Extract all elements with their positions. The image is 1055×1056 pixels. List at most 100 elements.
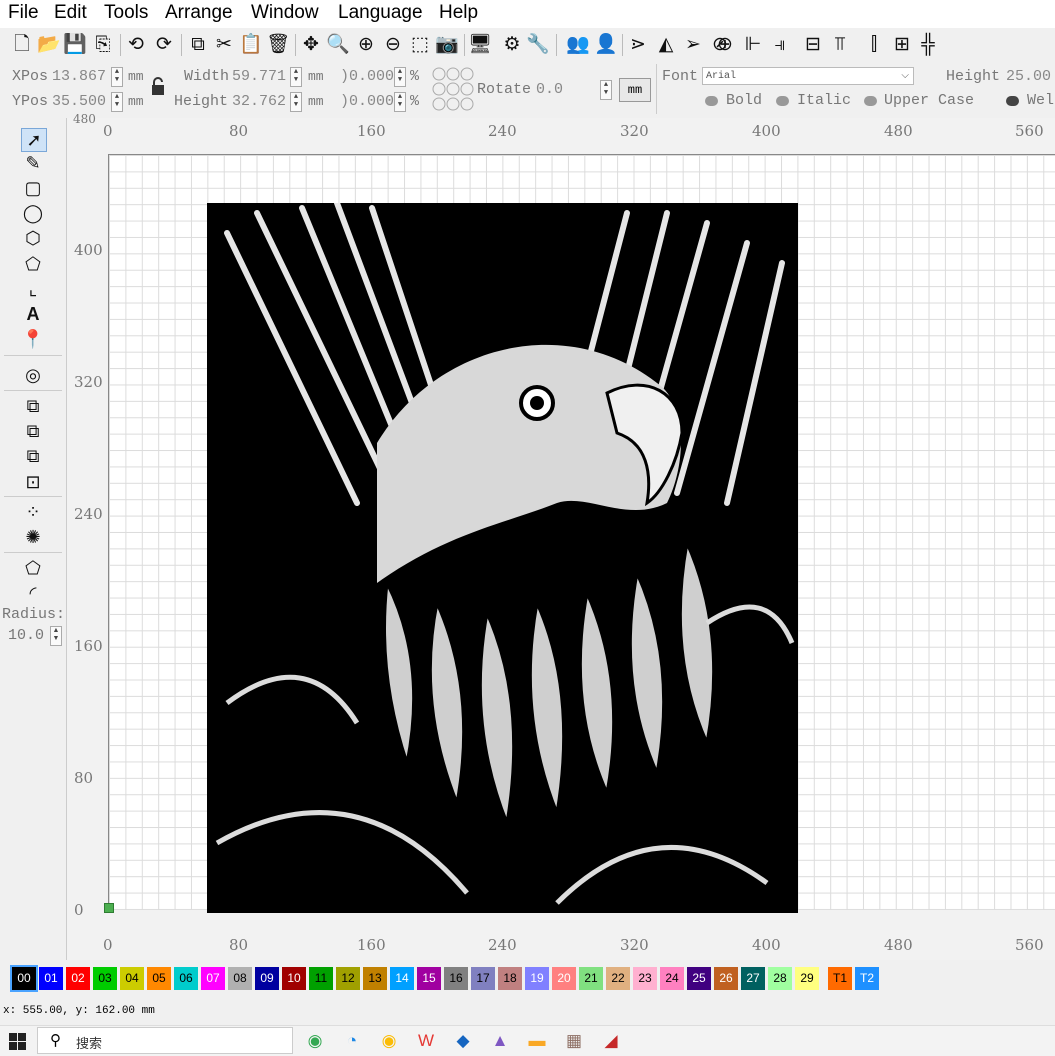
anchor-grid-icon[interactable] [432,66,474,112]
undo-icon[interactable]: ⟲ [124,32,148,56]
color-swatch-27[interactable]: 27 [741,967,765,990]
color-swatch-00[interactable]: 00 [10,965,38,992]
units-mm-button[interactable]: mm [619,78,651,102]
rotary-array-icon[interactable]: ✺ [21,526,45,548]
color-swatch-03[interactable]: 03 [93,967,117,990]
center-icon[interactable]: ⊞ [890,32,914,56]
text-tool-icon[interactable]: A [21,303,45,325]
app-blue-icon[interactable]: ◆ [452,1030,474,1052]
ellipse-icon[interactable]: ◯ [21,202,45,224]
camera-icon[interactable]: 📷 [435,32,459,56]
radius-field[interactable]: 10.0 [8,627,44,644]
color-swatch-12[interactable]: 12 [336,967,360,990]
color-swatch-26[interactable]: 26 [714,967,738,990]
text-height-field[interactable]: 25.00 [1006,68,1051,85]
color-swatch-T1[interactable]: T1 [828,967,852,990]
color-swatch-21[interactable]: 21 [579,967,603,990]
chrome-alt-icon[interactable]: ◉ [378,1030,400,1052]
move-icon[interactable]: ✥ [299,32,323,56]
corner-frame-icon[interactable]: ⌞ [21,278,45,300]
lock-icon[interactable] [150,76,166,96]
color-swatch-05[interactable]: 05 [147,967,171,990]
menu-edit[interactable]: Edit [54,2,87,24]
menu-file[interactable]: File [8,2,39,24]
bold-toggle[interactable] [705,96,718,106]
save-icon[interactable]: 💾 [63,32,87,56]
color-swatch-15[interactable]: 15 [417,967,441,990]
color-swatch-T2[interactable]: T2 [855,967,879,990]
taskbar-search-box[interactable]: ⚲ 搜索 [37,1027,293,1054]
zoom-in-icon[interactable]: ⊕ [354,32,378,56]
height-spinner[interactable]: ▲ ▼ [290,92,302,112]
color-swatch-22[interactable]: 22 [606,967,630,990]
canvas-area[interactable]: 480 0 80 160 240 320 400 480 560 400 320… [67,112,1055,960]
zoom-selection-icon[interactable]: ⬚ [408,32,432,56]
mirror-icon[interactable]: ◭ [654,32,678,56]
boolean-union-icon[interactable]: ⧉ [21,395,45,417]
align-top-icon[interactable]: ⊟ [801,32,825,56]
color-swatch-14[interactable]: 14 [390,967,414,990]
upper-case-toggle[interactable] [864,96,877,106]
select-arrow-icon[interactable]: ➚ [21,128,47,152]
scale-y-spinner[interactable]: ▲ ▼ [394,92,406,112]
center-cross-icon[interactable]: ╬ [916,32,940,56]
zoom-out-icon[interactable]: ⊖ [381,32,405,56]
xpos-spinner[interactable]: ▲ ▼ [111,67,123,87]
color-swatch-28[interactable]: 28 [768,967,792,990]
offset-ring-icon[interactable]: ◎ [21,364,45,386]
xpos-field[interactable]: 13.867 [52,68,106,85]
polygon-icon[interactable]: ⬠ [21,253,45,275]
color-swatch-19[interactable]: 19 [525,967,549,990]
distribute-icon[interactable]: ⫿ [862,32,886,56]
eagle-engraving-image[interactable] [207,203,798,913]
color-swatch-10[interactable]: 10 [282,967,306,990]
color-swatch-07[interactable]: 07 [201,967,225,990]
align-right-icon[interactable]: ⫣ [768,32,792,56]
settings-icon[interactable]: ⚙ [500,32,524,56]
width-spinner[interactable]: ▲ ▼ [290,67,302,87]
edge-icon[interactable]: ◔ [341,1030,363,1052]
color-swatch-02[interactable]: 02 [66,967,90,990]
user-icon[interactable]: 👤 [594,32,618,56]
send-icon[interactable]: ➢ [681,32,705,56]
rotate-field[interactable]: 0.0 [536,81,563,98]
redo-icon[interactable]: ⟳ [152,32,176,56]
radius-spinner[interactable]: ▲ ▼ [50,626,62,646]
node-edit-icon[interactable]: ⬠ [21,557,45,579]
menu-help[interactable]: Help [439,2,478,24]
menu-language[interactable]: Language [338,2,423,24]
width-field[interactable]: 59.771 [232,68,286,85]
color-swatch-16[interactable]: 16 [444,967,468,990]
target-icon[interactable]: ⊕ [713,32,737,56]
lightburn-icon[interactable]: ◢ [600,1030,622,1052]
wps-icon[interactable]: W [415,1030,437,1052]
winrar-icon[interactable]: ▦ [563,1030,585,1052]
location-pin-icon[interactable]: 📍 [21,328,45,350]
work-grid[interactable] [108,154,1055,913]
color-swatch-09[interactable]: 09 [255,967,279,990]
tools-icon[interactable]: 🔧 [526,32,550,56]
align-left-icon[interactable]: ⊩ [741,32,765,56]
color-swatch-25[interactable]: 25 [687,967,711,990]
boolean-xor-icon[interactable]: ⊡ [21,471,45,493]
weld-toggle[interactable] [1006,96,1019,106]
color-swatch-20[interactable]: 20 [552,967,576,990]
delete-icon[interactable]: 🗑 [266,32,290,56]
copy-icon[interactable]: ⧉ [186,32,210,56]
color-swatch-08[interactable]: 08 [228,967,252,990]
users-icon[interactable]: 👥 [566,32,590,56]
menu-arrange[interactable]: Arrange [165,2,233,24]
ypos-field[interactable]: 35.500 [52,93,106,110]
new-file-icon[interactable]: 🗋 [10,32,34,56]
hexagon-icon[interactable]: ⬡ [21,227,45,249]
menu-window[interactable]: Window [251,2,319,24]
color-swatch-01[interactable]: 01 [39,967,63,990]
color-swatch-11[interactable]: 11 [309,967,333,990]
boolean-subtract-icon[interactable]: ⧉ [21,420,45,442]
photos-icon[interactable]: ▲ [489,1030,511,1052]
menu-tools[interactable]: Tools [104,2,148,24]
vectorize-icon[interactable]: ⋗ [626,32,650,56]
ypos-spinner[interactable]: ▲ ▼ [111,92,123,112]
pencil-icon[interactable]: ✎ [21,152,45,174]
chrome-icon[interactable]: ◉ [304,1030,326,1052]
